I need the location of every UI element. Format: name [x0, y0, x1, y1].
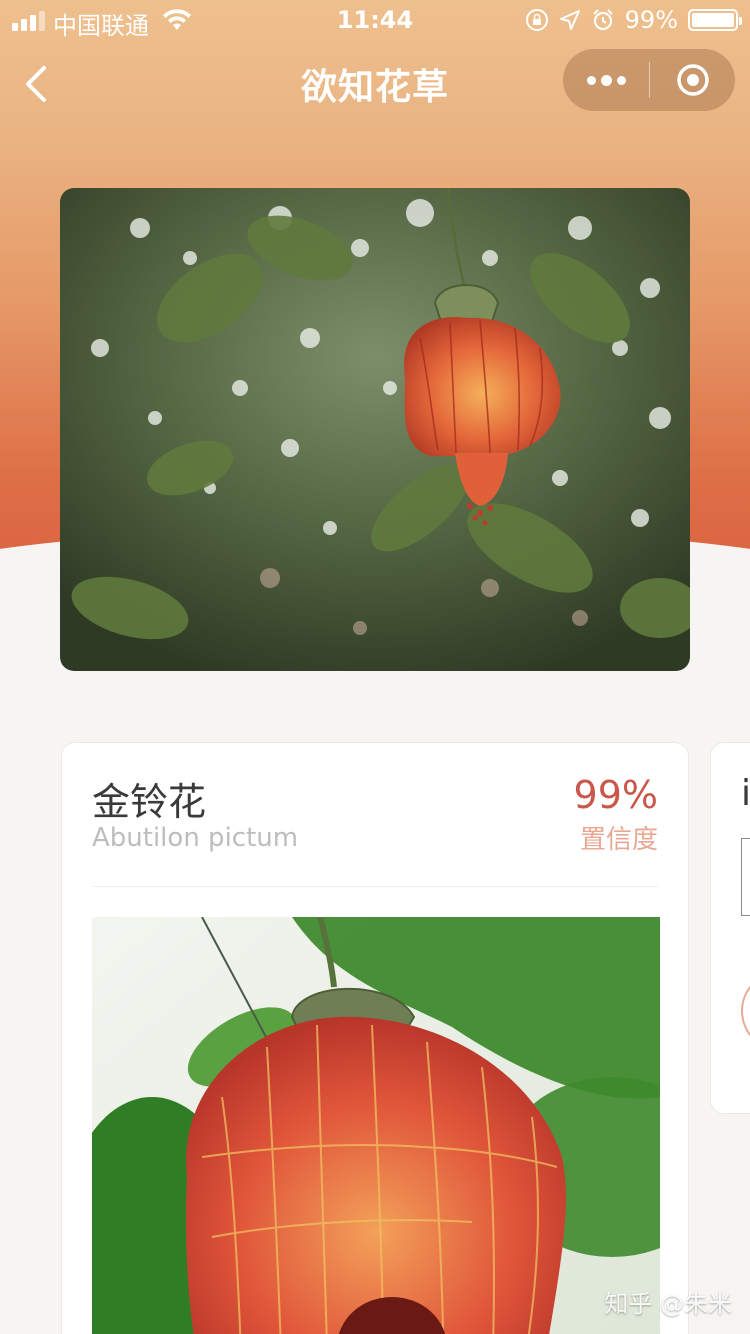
battery-percent: 99%: [624, 6, 678, 34]
orientation-lock-icon: [525, 9, 548, 31]
confidence-value: 99%: [573, 773, 658, 817]
close-button[interactable]: [650, 49, 735, 111]
recognition-result-card[interactable]: 金铃花 Abutilon pictum 99% 置信度: [61, 742, 689, 1334]
reference-flower-image: [92, 917, 660, 1334]
mini-program-capsule: [563, 49, 735, 111]
next-card-image-placeholder: [741, 838, 750, 916]
confidence-label: 置信度: [579, 825, 658, 855]
alarm-icon: [592, 9, 613, 31]
location-icon: [559, 10, 580, 30]
uploaded-photo[interactable]: [60, 188, 690, 671]
more-dots-icon-right: [616, 75, 626, 85]
reference-photo[interactable]: [92, 917, 660, 1334]
status-bar: 中国联通 11:44 99%: [0, 0, 750, 40]
flower-photo-image: [60, 188, 690, 671]
battery-icon: [688, 9, 742, 31]
target-close-icon: [676, 64, 709, 96]
watermark: 知乎 @朱米: [604, 1290, 732, 1318]
battery-level-fill: [692, 13, 734, 27]
plant-name-chinese: 金铃花: [92, 780, 207, 824]
more-dots-icon-center: [600, 74, 612, 86]
screen: 中国联通 11:44 99% 欲知花草 金铃花 Abutilon pictum …: [0, 0, 750, 1334]
more-button[interactable]: [563, 49, 649, 111]
status-right-group: 99%: [525, 6, 742, 34]
next-result-card[interactable]: i: [710, 742, 750, 1114]
plant-name-latin: Abutilon pictum: [92, 823, 299, 853]
card-divider: [92, 886, 658, 887]
more-dots-icon: [586, 75, 596, 85]
next-card-title-partial: i: [741, 773, 750, 814]
next-card-circle-button[interactable]: [741, 971, 750, 1051]
